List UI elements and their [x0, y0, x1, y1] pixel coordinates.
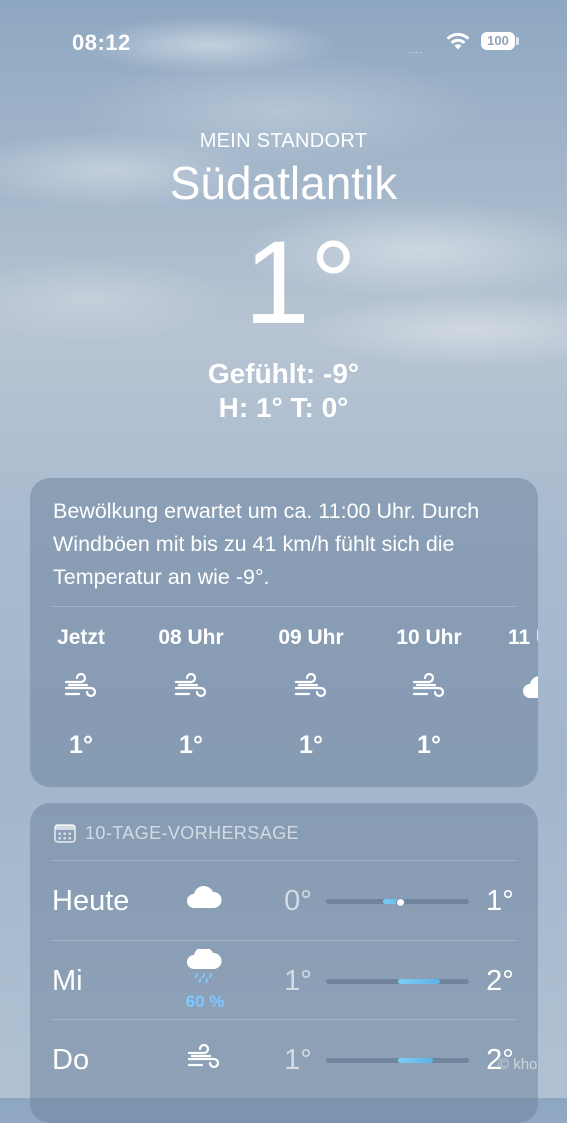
day-low: 0°: [284, 885, 312, 917]
hour-temp: 1°: [69, 731, 93, 759]
city-name: Südatlantik: [169, 157, 398, 209]
cloud-icon: [182, 883, 226, 917]
battery-nub: [516, 37, 519, 45]
calendar-icon: [54, 824, 76, 843]
daily-header: 10-TAGE-VORHERSAGE: [54, 821, 299, 845]
hour-label: Jetzt: [57, 626, 105, 649]
wind-icon: [36, 673, 126, 707]
day-name: Mi: [52, 965, 83, 997]
cloud-icon: [494, 673, 538, 707]
hour-temp: 1°: [179, 731, 203, 759]
status-time: 08:12: [72, 30, 131, 55]
precipitation-chance: 60 %: [185, 992, 225, 1011]
hour-temp: 1°: [417, 731, 441, 759]
wifi-icon: [446, 32, 470, 50]
high-low: H: 1° T: 0°: [218, 392, 349, 423]
feels-like: Gefühlt: -9°: [207, 358, 360, 389]
hourly-forecast-card[interactable]: Bewölkung erwartet um ca. 11:00 Uhr. Dur…: [30, 478, 538, 787]
ten-day-forecast-card[interactable]: 10-TAGE-VORHERSAGE Heute 0° 1° Mi 60 % 1…: [30, 803, 538, 1123]
day-name: Do: [52, 1044, 90, 1076]
current-temperature: 1°: [244, 217, 357, 349]
day-high: 2°: [486, 965, 514, 997]
location-label: MEIN STANDORT: [199, 130, 368, 152]
cellular-signal-icon: ....: [408, 45, 424, 56]
current-temp-dot: [396, 898, 406, 907]
watermark: © kho: [498, 1056, 538, 1073]
day-row[interactable]: Heute 0° 1°: [30, 861, 538, 940]
hour-label: 08 Uhr: [158, 626, 224, 649]
status-bar: 08:12 .... 100: [0, 0, 567, 80]
day-low: 1°: [284, 965, 312, 997]
wind-icon: [146, 673, 236, 707]
daily-title: 10-TAGE-VORHERSAGE: [85, 822, 299, 843]
weather-summary: Bewölkung erwartet um ca. 11:00 Uhr. Dur…: [53, 499, 480, 589]
hour-label: 10 Uhr: [396, 626, 462, 649]
day-high: 1°: [486, 885, 514, 917]
wind-icon: [182, 1044, 226, 1078]
temp-range-bar: [326, 898, 469, 907]
battery-indicator: 100: [481, 32, 515, 50]
day-name: Heute: [52, 885, 130, 917]
temp-range-fill: [397, 979, 441, 984]
day-low: 1°: [284, 1044, 312, 1076]
temp-range-bar: [326, 979, 469, 984]
cloud-rain-icon: [182, 949, 226, 983]
wind-icon: [266, 673, 356, 707]
wind-icon: [384, 673, 474, 707]
hour-temp: 1°: [299, 731, 323, 759]
temp-range-bar: [326, 1058, 469, 1063]
temp-range-fill: [397, 1058, 434, 1063]
hour-label: 09 Uhr: [278, 626, 344, 649]
divider: [52, 606, 516, 607]
hour-temp: 1°: [494, 731, 538, 760]
hour-label: 11 Uhr: [508, 626, 538, 649]
day-row[interactable]: Do 1° 2°: [30, 1020, 538, 1099]
day-row[interactable]: Mi 60 % 1° 2°: [30, 941, 538, 1020]
